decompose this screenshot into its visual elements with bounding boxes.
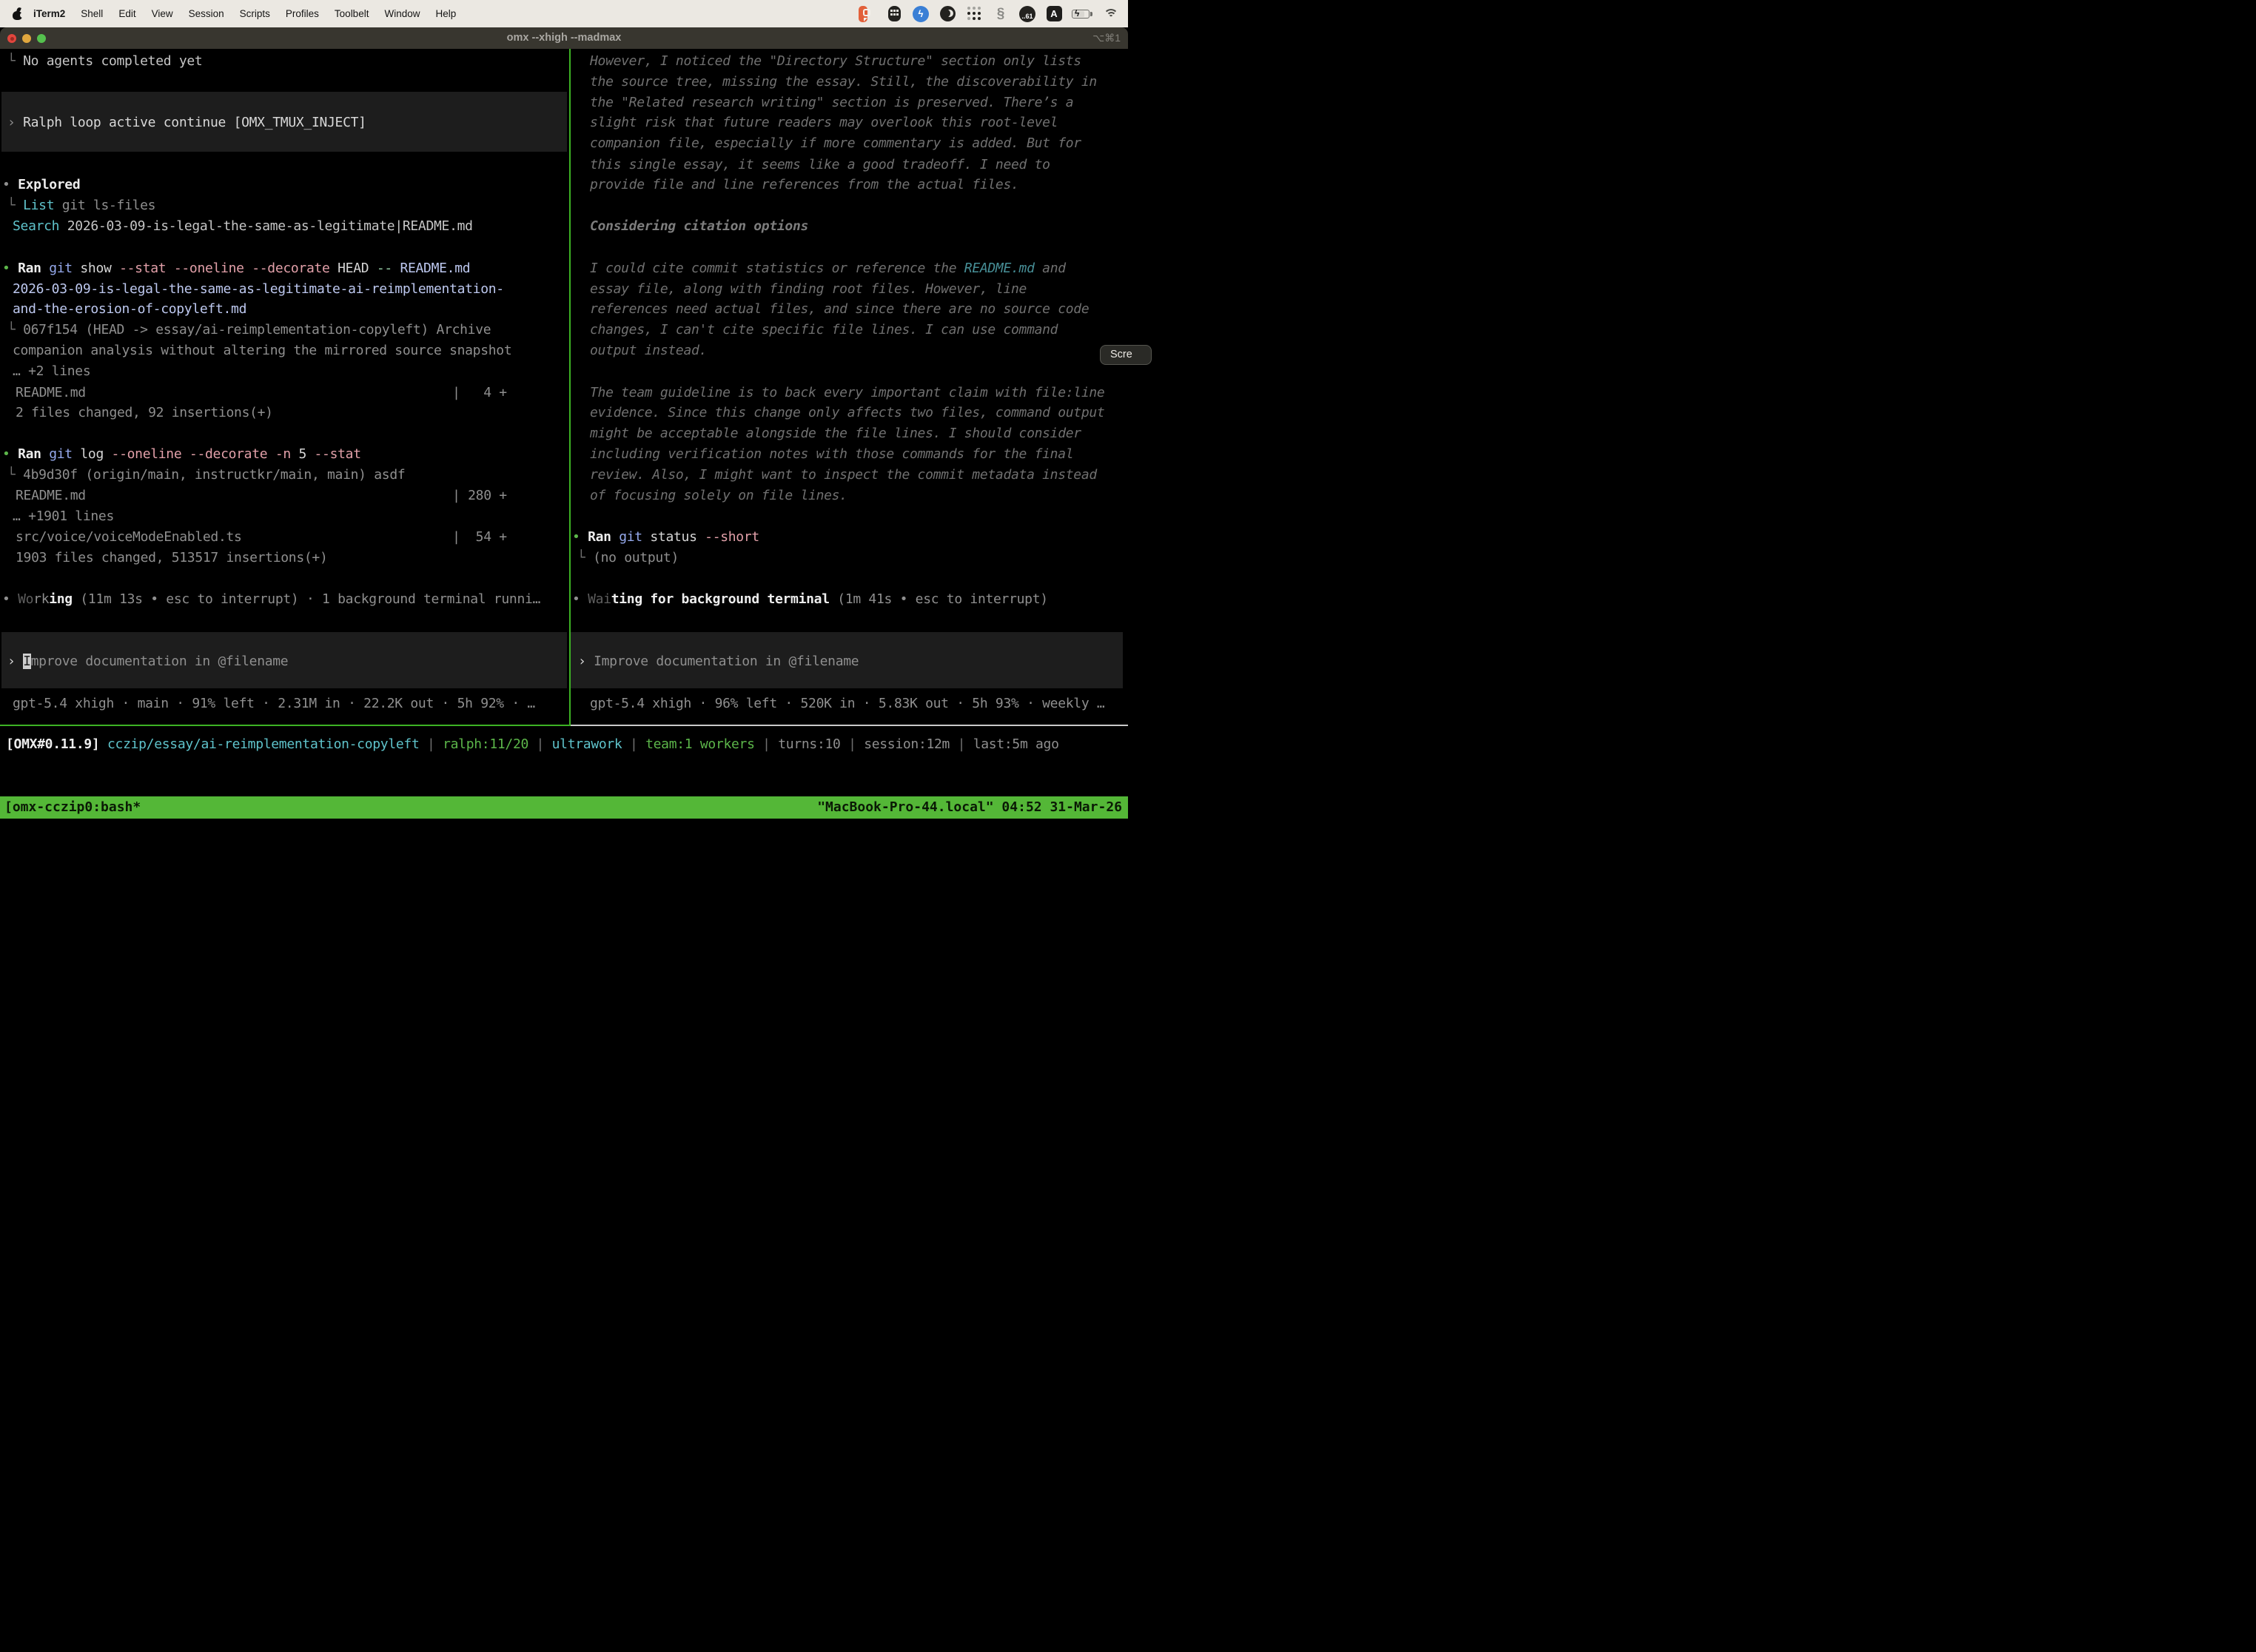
screen-notification-popup[interactable]: Scre [1100, 345, 1152, 365]
terminal-line: output instead. [590, 340, 707, 361]
menu-item-profiles[interactable]: Profiles [286, 8, 319, 19]
window-title-bar[interactable]: omx --xhigh --madmax ⌥⌘1 [0, 27, 1128, 49]
menu-item-help[interactable]: Help [435, 8, 456, 19]
terminal-line: companion analysis without altering the … [13, 340, 511, 361]
window-shortcut-badge: ⌥⌘1 [1092, 27, 1121, 49]
terminal-line: Search 2026-03-09-is-legal-the-same-as-l… [13, 216, 473, 237]
terminal-line: However, I noticed the "Directory Struct… [590, 51, 1081, 72]
battery-icon[interactable]: ϟ [1072, 5, 1094, 23]
terminal-line: of focusing solely on file lines. [590, 486, 847, 506]
moon-toggle-icon[interactable] [939, 5, 956, 23]
desktop: iTerm2 Shell Edit View Session Scripts Profile… [0, 0, 1128, 826]
terminal-line: README.md | 280 + [16, 486, 507, 506]
terminal-line: • Ran git show --stat --oneline --decora… [2, 258, 470, 279]
terminal-line: the source tree, missing the essay. Stil… [590, 72, 1097, 93]
terminal-line: └ 067f154 (HEAD -> essay/ai-reimplementa… [7, 320, 491, 340]
terminal-line: README.md | 4 + [16, 383, 507, 403]
terminal-line: review. Also, I might want to inspect th… [590, 465, 1097, 486]
terminal-line: including verification notes with those … [590, 444, 1073, 465]
terminal-line: might be acceptable alongside the file l… [590, 423, 1081, 444]
terminal-line: └ List git ls-files [7, 195, 155, 216]
blue-bolt-app-icon[interactable]: ϟ [912, 5, 930, 23]
terminal-line: this single essay, it seems like a good … [590, 155, 1050, 175]
working-status-line: • Working (11m 13s • esc to interrupt) ·… [2, 589, 540, 610]
right-pane-border [571, 725, 1128, 726]
tmux-session-name[interactable]: [omx-cczip0:bash* [4, 796, 141, 819]
menu-item-view[interactable]: View [152, 8, 173, 19]
pane-divider[interactable] [569, 49, 571, 726]
a-app-icon[interactable]: A [1045, 5, 1063, 23]
terminal-line: and-the-erosion-of-copyleft.md [13, 299, 246, 320]
terminal-line: src/voice/voiceModeEnabled.ts | 54 + [16, 527, 507, 548]
terminal-line: 2 files changed, 92 insertions(+) [16, 403, 273, 423]
wifi-icon[interactable] [1103, 7, 1119, 21]
terminal-line: • Ran git log --oneline --decorate -n 5 … [2, 444, 361, 465]
left-pane-border [0, 725, 571, 726]
window-title: omx --xhigh --madmax [0, 27, 1128, 49]
terminal-line: • Ran git status --short [572, 527, 759, 548]
screen-notification-text: Scre [1110, 349, 1132, 360]
macos-menu-bar: iTerm2 Shell Edit View Session Scripts Profile… [0, 0, 1128, 27]
terminal-line: └ 4b9d30f (origin/main, instructkr/main,… [7, 465, 405, 486]
menu-item-scripts[interactable]: Scripts [240, 8, 270, 19]
menu-item-edit[interactable]: Edit [118, 8, 135, 19]
dots-grid-icon[interactable] [965, 5, 983, 23]
terminal-line: essay file, along with finding root file… [590, 279, 1027, 300]
right-model-status-line: gpt-5.4 xhigh · 96% left · 520K in · 5.8… [590, 694, 1104, 714]
tmux-host-clock: "MacBook-Pro-44.local" 04:52 31-Mar-26 [817, 796, 1122, 819]
terminal-line: references need actual files, and since … [590, 299, 1089, 320]
menu-bar-status-icons: ϟ § ..61 A ϟ [859, 0, 1119, 27]
menu-item-toolbelt[interactable]: Toolbelt [335, 8, 369, 19]
chat-app-icon[interactable] [859, 5, 876, 23]
terminal-line: … +1901 lines [13, 506, 114, 527]
menu-item-iterm2[interactable]: iTerm2 [33, 8, 65, 19]
terminal-line: companion file, especially if more comme… [590, 133, 1081, 154]
left-prompt-text[interactable]: › Improve documentation in @filename [7, 651, 288, 672]
menu-item-window[interactable]: Window [384, 8, 420, 19]
badge-61-icon[interactable]: ..61 [1018, 5, 1036, 23]
section-glyph-icon[interactable]: § [992, 5, 1010, 23]
terminal-line: I could cite commit statistics or refere… [590, 258, 1066, 279]
terminal-line: • Explored [2, 175, 80, 195]
terminal-line: … +2 lines [13, 361, 90, 382]
terminal-line: the "Related research writing" section i… [590, 93, 1073, 113]
terminal-line: changes, I can't cite specific file line… [590, 320, 1058, 340]
thinking-section-heading: Considering citation options [590, 216, 808, 237]
terminal-line: The team guideline is to back every impo… [590, 383, 1104, 403]
left-model-status-line: gpt-5.4 xhigh · main · 91% left · 2.31M … [13, 694, 535, 714]
terminal-line: evidence. Since this change only affects… [590, 403, 1104, 423]
right-prompt-text[interactable]: › Improve documentation in @filename [578, 651, 859, 672]
terminal-line: 1903 files changed, 513517 insertions(+) [16, 548, 327, 568]
menu-items: iTerm2 Shell Edit View Session Scripts Profile… [33, 8, 456, 19]
waiting-status-line: • Waiting for background terminal (1m 41… [572, 589, 1048, 610]
omx-session-status-bar: [OMX#0.11.9] cczip/essay/ai-reimplementa… [6, 734, 1059, 755]
shield-keypad-icon[interactable] [885, 5, 903, 23]
apple-menu-icon[interactable] [12, 8, 23, 20]
terminal-line: └ No agents completed yet [7, 51, 202, 72]
terminal-line: slight risk that future readers may over… [590, 113, 1058, 133]
injected-prompt-text: › Ralph loop active continue [OMX_TMUX_I… [7, 113, 366, 133]
menu-item-shell[interactable]: Shell [81, 8, 103, 19]
terminal-line: provide file and line references from th… [590, 175, 1019, 195]
tmux-status-bar: [omx-cczip0:bash* "MacBook-Pro-44.local"… [0, 796, 1128, 819]
terminal-line: └ (no output) [577, 548, 679, 568]
terminal-line: 2026-03-09-is-legal-the-same-as-legitima… [13, 279, 504, 300]
terminal-content: └ No agents completed yet › Ralph loop a… [0, 49, 1128, 796]
menu-item-session[interactable]: Session [189, 8, 224, 19]
